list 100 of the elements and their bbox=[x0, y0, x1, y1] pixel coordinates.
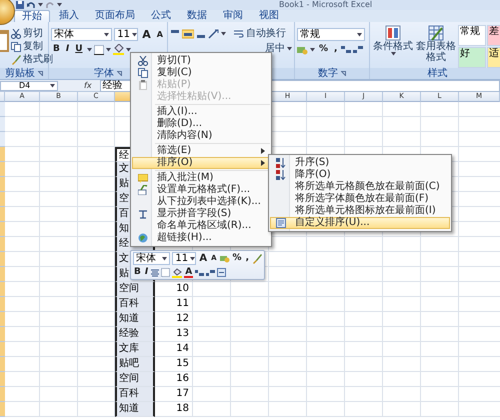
grow-font-button[interactable]: A bbox=[140, 29, 153, 40]
menu-item[interactable]: 插入(I)... bbox=[132, 106, 270, 118]
menu-item[interactable]: 降序(O) bbox=[270, 169, 450, 181]
sort-descending-icon[interactable] bbox=[276, 170, 286, 180]
format-as-table-button[interactable]: 套用表格格式 bbox=[415, 25, 457, 68]
scissors-icon[interactable] bbox=[11, 29, 21, 39]
paintbrush-icon[interactable] bbox=[252, 254, 262, 264]
group-label: 剪贴板 bbox=[5, 68, 35, 79]
custom-sort-icon[interactable] bbox=[276, 218, 286, 228]
increase-decimal-icon[interactable] bbox=[341, 45, 352, 54]
menu-item[interactable]: 清除内容(N) bbox=[132, 130, 270, 142]
font-style-button[interactable]: B bbox=[133, 267, 142, 278]
caret-icon[interactable] bbox=[390, 52, 396, 56]
cell-style[interactable]: 常规 bbox=[458, 25, 486, 46]
caret-icon[interactable] bbox=[126, 48, 131, 52]
grow-font-button[interactable]: A bbox=[198, 253, 208, 264]
decrease-decimal-icon[interactable] bbox=[206, 268, 216, 276]
font-size-field[interactable]: 11 bbox=[172, 252, 196, 265]
caret-icon[interactable] bbox=[86, 48, 92, 52]
ribbon-button[interactable]: 复制 bbox=[11, 41, 53, 53]
table-cell: 12 bbox=[155, 312, 193, 327]
font-name-field[interactable]: 宋体 bbox=[133, 252, 170, 265]
phonetic-icon[interactable] bbox=[138, 209, 148, 219]
name-box[interactable]: D4 bbox=[0, 80, 58, 90]
wrap-text-button[interactable]: 自动换行 bbox=[234, 28, 286, 40]
caret-icon[interactable] bbox=[57, 3, 62, 7]
dialog-launcher-icon[interactable] bbox=[38, 71, 43, 76]
font-size-field[interactable]: 11 bbox=[114, 28, 138, 41]
menu-item[interactable]: 将所选单元格图标放在最前面(I) bbox=[270, 205, 450, 217]
conditional-format-icon[interactable] bbox=[385, 25, 401, 41]
menu-item[interactable]: 删除(D)... bbox=[132, 118, 270, 130]
clipboard-icon[interactable] bbox=[0, 28, 10, 54]
align-center-icon[interactable] bbox=[151, 268, 160, 276]
ribbon-tab[interactable]: 开始 bbox=[14, 10, 50, 22]
caret-icon[interactable] bbox=[104, 32, 110, 36]
conditional-format-button[interactable]: 条件格式 bbox=[372, 25, 414, 68]
caret-icon[interactable] bbox=[106, 48, 111, 52]
paint-bucket-icon[interactable] bbox=[112, 44, 124, 55]
caret-icon[interactable] bbox=[132, 32, 138, 36]
cell-style[interactable]: 适 bbox=[487, 47, 500, 68]
caret-icon[interactable] bbox=[287, 47, 292, 51]
merge-icon[interactable] bbox=[217, 268, 226, 277]
caret-icon[interactable] bbox=[357, 32, 362, 36]
increase-decimal-icon[interactable] bbox=[195, 268, 204, 276]
ribbon-tab[interactable]: 公式 bbox=[144, 10, 178, 22]
undo-icon[interactable] bbox=[27, 1, 35, 9]
ribbon-tab[interactable]: 数据 bbox=[180, 10, 214, 22]
sort-ascending-icon[interactable] bbox=[276, 158, 286, 168]
font-color-button[interactable]: A bbox=[184, 268, 194, 278]
ribbon-button[interactable]: 格式刷 bbox=[11, 54, 53, 66]
text-angle-icon[interactable] bbox=[208, 29, 219, 39]
font-style-button[interactable]: I bbox=[144, 267, 150, 278]
ribbon-tab[interactable]: 页面布局 bbox=[88, 10, 142, 22]
caret-icon[interactable] bbox=[310, 48, 315, 52]
caret-icon[interactable] bbox=[190, 256, 196, 260]
border-icon[interactable] bbox=[94, 44, 104, 54]
ribbon-tab[interactable]: 审阅 bbox=[216, 10, 250, 22]
menu-item[interactable]: 剪切(T) bbox=[132, 55, 270, 67]
caret-icon[interactable] bbox=[50, 84, 55, 88]
ribbon-tab[interactable]: 视图 bbox=[252, 10, 286, 22]
merge-center-button[interactable]: 居中 bbox=[265, 43, 292, 55]
save-icon[interactable] bbox=[16, 1, 24, 9]
dialog-launcher-icon[interactable] bbox=[341, 71, 346, 76]
comment-icon[interactable] bbox=[138, 174, 148, 182]
caret-icon[interactable] bbox=[162, 256, 168, 260]
ribbon-tab[interactable]: 插入 bbox=[52, 10, 86, 22]
font-name-field[interactable]: 宋体 bbox=[51, 28, 112, 41]
menu-item[interactable]: 将所选字体颜色放在最前面(F) bbox=[270, 193, 450, 205]
cell-style[interactable]: 差 bbox=[487, 25, 500, 46]
copy-icon[interactable] bbox=[11, 42, 21, 52]
globe-icon[interactable] bbox=[138, 233, 148, 243]
menu-item[interactable]: 升序(S) bbox=[270, 157, 450, 169]
comma-button[interactable]: , bbox=[332, 44, 340, 55]
font-style-button[interactable]: I bbox=[64, 44, 72, 55]
ribbon-button[interactable]: 剪切 bbox=[11, 28, 53, 40]
percent-button[interactable]: % bbox=[317, 44, 330, 55]
cell-style[interactable]: 好 bbox=[458, 47, 486, 68]
caret-icon[interactable] bbox=[38, 3, 43, 7]
percent-button[interactable]: % bbox=[232, 253, 243, 264]
menu-item[interactable]: 将所选单元格颜色放在最前面(C) bbox=[270, 181, 450, 193]
format-cells-icon[interactable] bbox=[138, 185, 148, 195]
paintbrush-icon[interactable] bbox=[11, 55, 21, 65]
comma-button[interactable]: , bbox=[244, 253, 250, 264]
menu-item[interactable]: 复制(C) bbox=[132, 67, 270, 79]
menu-item[interactable]: 自定义排序(U)... bbox=[270, 217, 450, 229]
dialog-launcher-icon[interactable] bbox=[117, 71, 122, 76]
copy-icon[interactable] bbox=[138, 68, 148, 78]
paint-bucket-icon[interactable] bbox=[172, 268, 182, 278]
font-style-button[interactable]: B bbox=[51, 44, 62, 55]
number-format-field[interactable]: 常规 bbox=[297, 28, 365, 41]
table-icon[interactable] bbox=[428, 25, 444, 41]
font-style-button[interactable]: U bbox=[73, 44, 85, 55]
shrink-font-button[interactable]: A bbox=[154, 29, 165, 40]
scissors-icon[interactable] bbox=[138, 56, 148, 66]
wrap-text-icon[interactable] bbox=[234, 29, 244, 39]
menu-item[interactable]: 排序(O) bbox=[132, 157, 270, 169]
align-middle-icon[interactable] bbox=[182, 29, 194, 39]
caret-icon[interactable] bbox=[221, 32, 226, 36]
decrease-decimal-icon[interactable] bbox=[353, 45, 364, 54]
function-label[interactable]: fx bbox=[84, 81, 92, 90]
